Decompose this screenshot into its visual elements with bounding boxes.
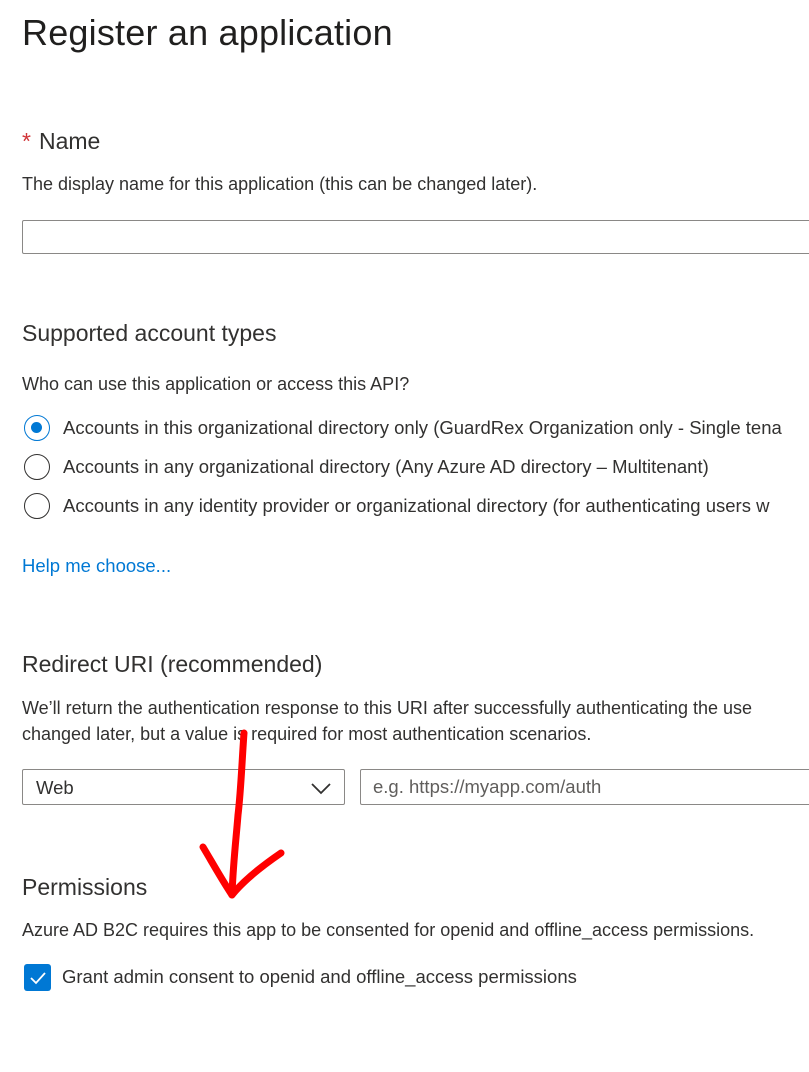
chevron-down-icon [311,783,331,795]
account-types-question: Who can use this application or access t… [22,374,410,394]
permissions-title: Permissions [22,874,148,900]
grant-admin-consent-label: Grant admin consent to openid and offlin… [62,966,577,987]
redirect-uri-title: Redirect URI (recommended) [22,651,323,677]
radio-unselected-icon[interactable] [24,454,50,480]
page-title: Register an application [22,12,393,53]
account-type-option-single-tenant[interactable]: Accounts in this organizational director… [24,414,782,442]
platform-select[interactable]: Web [22,769,345,805]
grant-admin-consent-checkbox[interactable] [24,964,51,991]
radio-unselected-icon[interactable] [24,493,50,519]
name-description: The display name for this application (t… [22,174,538,194]
name-field-label: * Name [22,128,100,155]
account-type-option-any-identity-provider[interactable]: Accounts in any identity provider or org… [24,492,769,520]
name-label-text: Name [38,128,101,154]
permissions-description: Azure AD B2C requires this app to be con… [22,920,755,940]
redirect-description-line2: changed later, but a value is required f… [22,724,592,744]
redirect-uri-input[interactable] [360,769,809,805]
redirect-description-line1: We’ll return the authentication response… [22,698,753,718]
account-types-title: Supported account types [22,320,277,346]
checkmark-icon [29,971,46,984]
name-input[interactable] [22,220,809,254]
account-type-option-multitenant[interactable]: Accounts in any organizational directory… [24,453,709,481]
help-me-choose-link[interactable]: Help me choose... [22,555,171,577]
account-type-option-label: Accounts in any organizational directory… [63,456,709,477]
red-arrow-annotation [199,729,285,899]
account-type-option-label: Accounts in any identity provider or org… [63,495,770,516]
radio-selected-icon[interactable] [24,415,50,441]
platform-select-value: Web [36,777,74,798]
required-indicator: * [22,128,31,154]
account-type-option-label: Accounts in this organizational director… [63,417,782,438]
